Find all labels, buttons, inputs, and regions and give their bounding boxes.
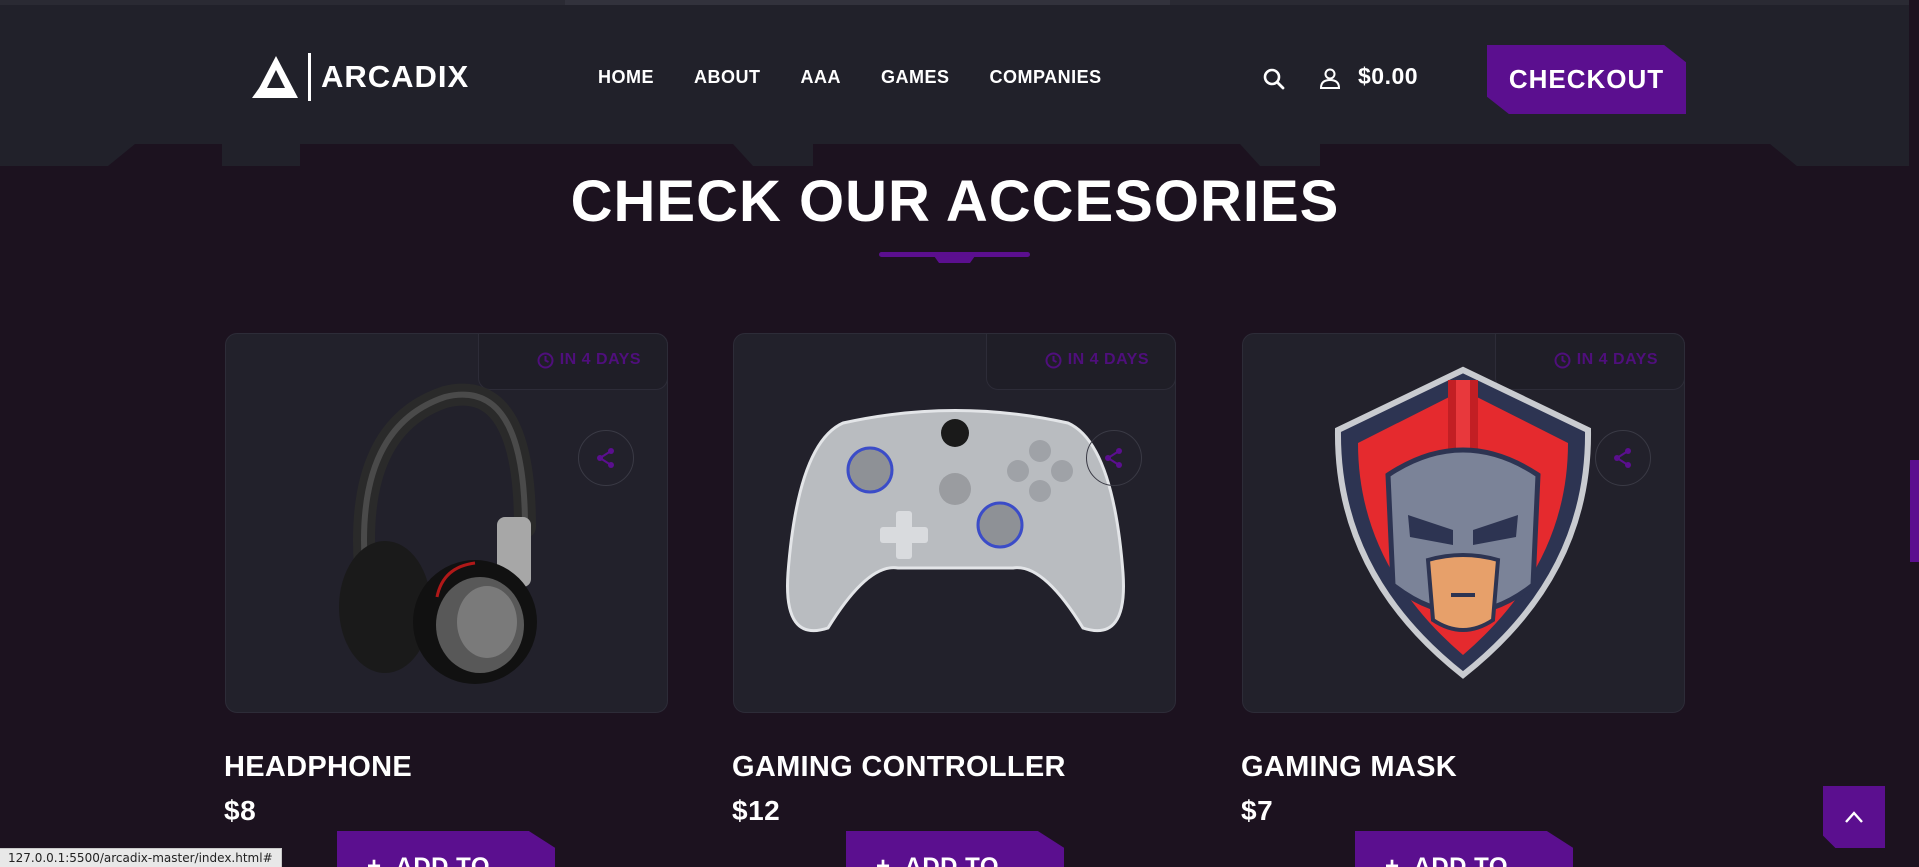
share-icon [597,448,614,468]
clock-icon [1045,352,1062,368]
nav-games[interactable]: GAMES [881,67,950,88]
add-to-cart-button[interactable]: + ADD TO CART [846,831,1064,867]
section-title: CHECK OUR ACCESORIES [570,169,1340,234]
product-price: $12 [732,795,781,826]
headphone-image [339,383,537,684]
scrollbar-thumb[interactable] [1910,460,1919,562]
delivery-text: IN 4 DAYS [559,351,641,368]
add-to-cart-label: ADD TO CART [904,853,1000,867]
share-button[interactable] [1086,430,1142,486]
product-name[interactable]: GAMING MASK [1241,751,1457,784]
title-underline [879,252,1030,263]
share-button[interactable] [1595,430,1651,486]
logo[interactable]: ARCADIX [252,53,469,101]
header-notches [0,144,1919,166]
nav-home[interactable]: HOME [598,67,654,88]
checkout-button[interactable]: CHECKOUT [1487,45,1686,114]
add-to-cart-label: ADD TO CART [395,853,491,867]
share-icon [1614,448,1631,468]
controller-image [786,409,1125,633]
nav-aaa[interactable]: AAA [801,67,842,88]
logo-separator [308,53,311,101]
product-price: $8 [224,795,257,826]
plus-icon: + [1385,853,1400,867]
logo-triangle-icon [252,56,298,98]
cart-total[interactable]: $0.00 [1358,63,1418,90]
clock-icon [537,352,554,368]
search-icon[interactable] [1262,67,1286,91]
product-name[interactable]: HEADPHONE [224,751,412,784]
product-name[interactable]: GAMING CONTROLLER [732,751,1066,784]
add-to-cart-button[interactable]: + ADD TO CART [1355,831,1573,867]
share-button[interactable] [578,430,634,486]
add-to-cart-label: ADD TO CART [1413,853,1509,867]
spartan-mask-image [1334,366,1592,679]
chevron-up-icon [1845,811,1863,823]
user-icon[interactable] [1318,66,1342,90]
main-nav: HOME ABOUT AAA GAMES COMPANIES [598,67,1142,88]
product-card: IN 4 DAYS [1242,333,1685,713]
logo-text: ARCADIX [321,59,470,94]
site-header: ARCADIX HOME ABOUT AAA GAMES COMPANIES $… [0,5,1919,144]
scrollbar-track[interactable] [1909,0,1919,867]
back-to-top-button[interactable] [1823,786,1885,848]
delivery-badge: IN 4 DAYS [1045,351,1149,369]
delivery-badge: IN 4 DAYS [537,351,641,369]
nav-about[interactable]: ABOUT [694,67,761,88]
status-bar-url: 127.0.0.1:5500/arcadix-master/index.html… [0,848,282,867]
product-price: $7 [1241,795,1274,826]
nav-companies[interactable]: COMPANIES [990,67,1102,88]
product-card: IN 4 DAYS [733,333,1176,713]
share-icon [1105,448,1122,468]
plus-icon: + [367,853,382,867]
delivery-text: IN 4 DAYS [1067,351,1149,368]
plus-icon: + [876,853,891,867]
add-to-cart-button[interactable]: + ADD TO CART [337,831,555,867]
product-card: IN 4 DAYS [225,333,668,713]
